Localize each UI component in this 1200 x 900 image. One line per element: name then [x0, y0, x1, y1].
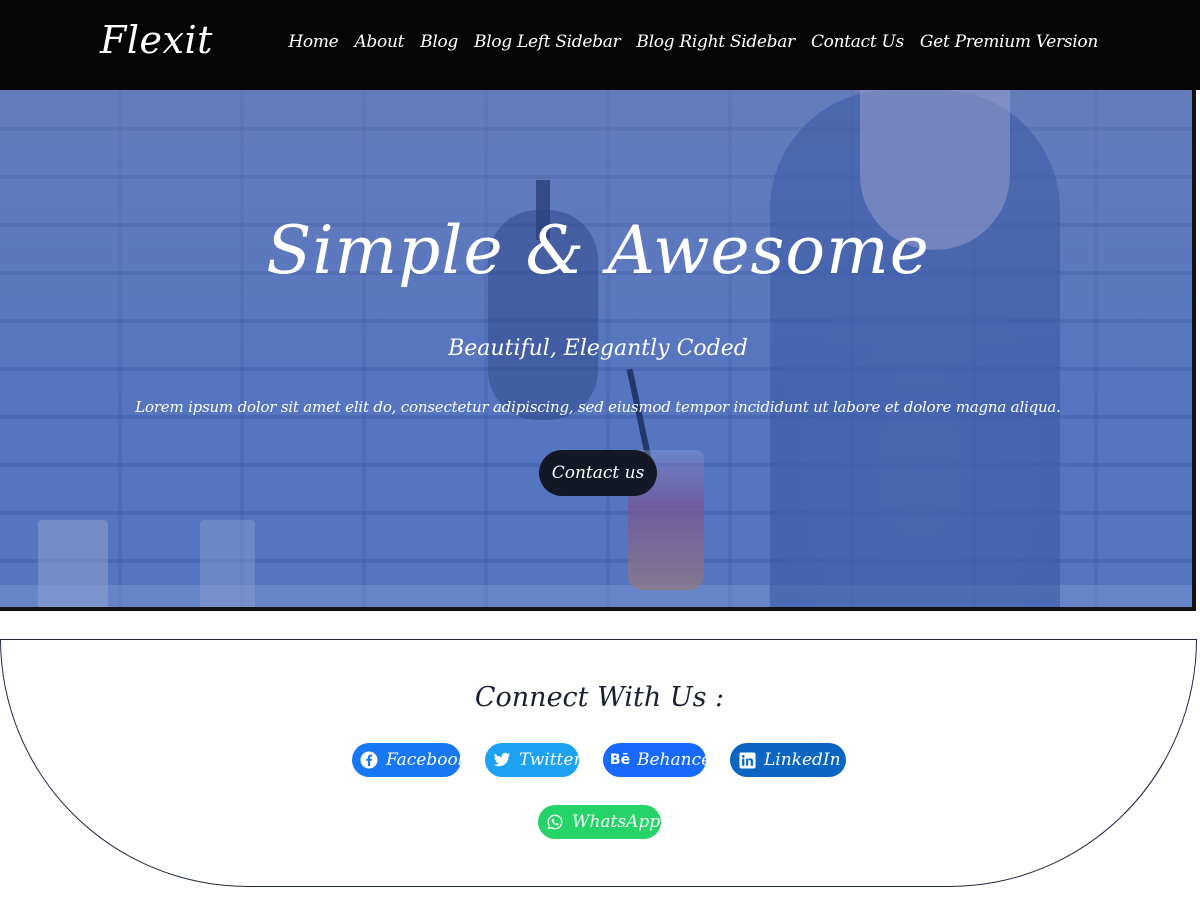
facebook-button[interactable]: Facebook [352, 743, 468, 777]
nav-item-contact-us: Contact Us [811, 32, 904, 52]
nav-item-blog-left-sidebar: Blog Left Sidebar [474, 32, 621, 52]
connect-title: Connect With Us : [474, 682, 725, 713]
nav-link-home[interactable]: Home [288, 32, 338, 52]
behance-label: Behance [637, 750, 712, 770]
site-header: Flexit Home About Blog Blog Left Sidebar… [0, 0, 1200, 90]
nav-link-blog[interactable]: Blog [420, 32, 458, 52]
nav-item-blog: Blog [420, 32, 458, 52]
whatsapp-label: WhatsApp [572, 812, 661, 832]
main-nav: Home About Blog Blog Left Sidebar Blog R… [288, 32, 1098, 52]
nav-link-blog-left-sidebar[interactable]: Blog Left Sidebar [474, 32, 621, 52]
behance-icon: Bē [609, 752, 631, 768]
linkedin-icon [738, 751, 756, 769]
hero-section: Simple & Awesome Beautiful, Elegantly Co… [0, 90, 1196, 611]
nav-item-home: Home [288, 32, 338, 52]
linkedin-label: LinkedIn [764, 750, 841, 770]
hero-subtitle: Beautiful, Elegantly Coded [448, 336, 748, 361]
whatsapp-button[interactable]: WhatsApp [538, 805, 661, 839]
twitter-button[interactable]: Twitter [485, 743, 582, 777]
facebook-label: Facebook [386, 750, 469, 770]
twitter-label: Twitter [519, 750, 582, 770]
hero-title: Simple & Awesome [266, 212, 930, 289]
connect-section: Connect With Us : Facebook Twitter Bē Be… [0, 639, 1197, 887]
nav-link-blog-right-sidebar[interactable]: Blog Right Sidebar [636, 32, 795, 52]
nav-item-about: About [354, 32, 404, 52]
nav-link-about[interactable]: About [354, 32, 404, 52]
whatsapp-icon [546, 813, 564, 831]
nav-link-get-premium[interactable]: Get Premium Version [920, 32, 1098, 52]
behance-button[interactable]: Bē Behance [603, 743, 711, 777]
contact-us-button[interactable]: Contact us [539, 450, 657, 496]
nav-item-get-premium: Get Premium Version [920, 32, 1098, 52]
nav-link-contact-us[interactable]: Contact Us [811, 32, 904, 52]
site-logo[interactable]: Flexit [100, 18, 213, 62]
twitter-icon [493, 751, 511, 769]
nav-item-blog-right-sidebar: Blog Right Sidebar [636, 32, 795, 52]
facebook-icon [360, 751, 378, 769]
linkedin-button[interactable]: LinkedIn [730, 743, 846, 777]
hero-description: Lorem ipsum dolor sit amet elit do, cons… [135, 398, 1061, 416]
